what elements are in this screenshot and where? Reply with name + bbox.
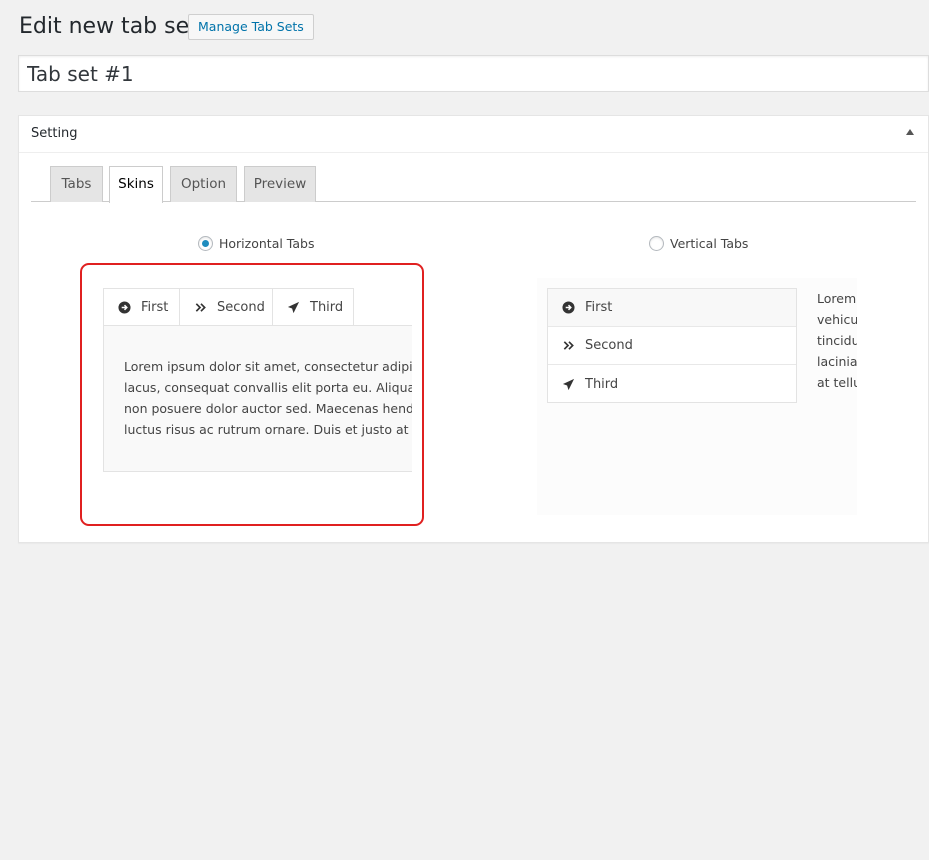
metabox-title: Setting (31, 126, 78, 141)
preview-tab-content: Lorem ipsum dolor sit amet, consectetur … (103, 325, 412, 472)
metabox-header[interactable]: Setting (19, 116, 928, 153)
tab-set-title-input[interactable] (18, 55, 929, 92)
vertical-lorem-line: tincidu (817, 333, 857, 348)
vertical-tab-third: Third (548, 365, 796, 403)
paper-plane-icon (562, 378, 575, 390)
double-chevron-right-icon (563, 341, 574, 350)
vertical-lorem-line: vehicu (817, 312, 857, 327)
setting-metabox: Setting Tabs Skins Option Preview Horizo… (18, 115, 929, 543)
paper-plane-icon (287, 301, 300, 314)
arrow-circle-right-icon (562, 301, 575, 314)
horizontal-tabs-preview[interactable]: First Second Third Lorem ipsum dolor sit… (103, 288, 412, 472)
tab-tabs[interactable]: Tabs (50, 166, 103, 202)
vertical-tab-label: Second (585, 338, 633, 353)
horizontal-tabs-label: Horizontal Tabs (219, 236, 315, 251)
vertical-lorem-line: at tellu (817, 375, 857, 390)
vertical-tab-label: Third (585, 376, 619, 392)
preview-tab-bar: First Second Third (103, 288, 412, 326)
horizontal-tabs-radio[interactable] (198, 236, 213, 251)
vertical-tabs-option[interactable]: Vertical Tabs (649, 236, 748, 251)
preview-tab-second: Second (179, 288, 273, 326)
manage-tab-sets-button[interactable]: Manage Tab Sets (188, 14, 314, 40)
vertical-tabs-preview[interactable]: First Second Third Lorem vehicu tincidu … (537, 278, 857, 515)
settings-tab-bar: Tabs Skins Option Preview (31, 166, 916, 203)
lorem-text-line: Lorem ipsum dolor sit amet, consectetur … (124, 359, 412, 374)
vertical-tabs-label: Vertical Tabs (670, 236, 749, 251)
vertical-tab-first: First (548, 289, 796, 327)
lorem-text-line: luctus risus ac rutrum ornare. Duis et j… (124, 422, 412, 437)
page-title: Edit new tab set (19, 14, 198, 39)
preview-tab-label: Third (310, 300, 344, 315)
preview-tab-first: First (103, 288, 180, 326)
vertical-lorem-line: lacinia (817, 354, 857, 369)
horizontal-tabs-option[interactable]: Horizontal Tabs (198, 236, 314, 251)
vertical-lorem-line: Lorem (817, 291, 857, 306)
preview-tab-label: First (141, 300, 169, 315)
tab-preview[interactable]: Preview (244, 166, 316, 202)
vertical-tabs-radio[interactable] (649, 236, 664, 251)
tab-skins[interactable]: Skins (109, 166, 163, 203)
preview-tab-label: Second (217, 300, 265, 315)
lorem-text-line: lacus, consequat convallis elit porta eu… (124, 380, 412, 395)
collapse-arrow-icon[interactable] (906, 129, 914, 135)
double-chevron-right-icon (195, 303, 206, 312)
lorem-text-line: non posuere dolor auctor sed. Maecenas h… (124, 401, 412, 416)
arrow-circle-right-icon (118, 301, 131, 314)
tab-option[interactable]: Option (170, 166, 237, 202)
vertical-tab-label: First (585, 300, 613, 315)
preview-vertical-tab-list: First Second Third (547, 288, 797, 403)
vertical-tab-second: Second (548, 327, 796, 365)
preview-tab-third: Third (272, 288, 354, 326)
